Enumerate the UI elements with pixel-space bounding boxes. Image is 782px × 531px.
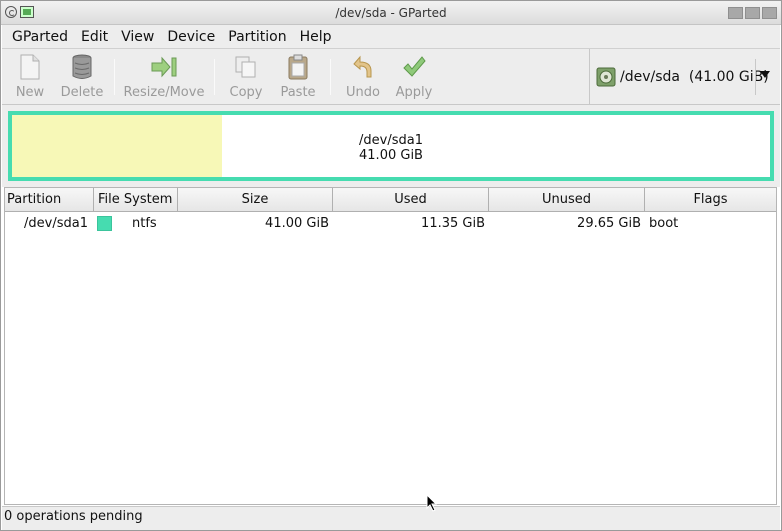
cell-partition: /dev/sda1 (24, 216, 88, 231)
device-selector[interactable]: /dev/sda (41.00 GiB) (589, 49, 776, 105)
title-bar: /dev/sda - GParted (1, 1, 781, 25)
close-button[interactable] (762, 7, 777, 19)
minimize-button[interactable] (728, 7, 743, 19)
partition-graphic-size: 41.00 GiB (359, 148, 423, 163)
undo-icon (349, 53, 377, 81)
cell-unused: 29.65 GiB (577, 216, 641, 231)
copy-label: Copy (229, 85, 263, 100)
column-header-flags[interactable]: Flags (645, 188, 776, 211)
filesystem-color-swatch (97, 216, 112, 231)
menu-edit[interactable]: Edit (81, 29, 108, 45)
column-header-size[interactable]: Size (178, 188, 333, 211)
resize-move-button[interactable]: Resize/Move (122, 53, 206, 103)
new-label: New (15, 85, 45, 100)
cell-used: 11.35 GiB (421, 216, 485, 231)
menu-view[interactable]: View (121, 29, 154, 45)
table-header: Partition File System Size Used Unused F… (5, 188, 776, 212)
column-header-unused[interactable]: Unused (489, 188, 645, 211)
resize-move-icon (150, 53, 178, 81)
maximize-button[interactable] (745, 7, 760, 19)
harddisk-icon (596, 67, 616, 87)
status-text: 0 operations pending (4, 509, 143, 524)
delete-icon (68, 53, 96, 81)
column-header-partition[interactable]: Partition (5, 188, 94, 211)
copy-button[interactable]: Copy (228, 53, 264, 103)
toolbar-separator (214, 59, 215, 95)
menu-partition[interactable]: Partition (228, 29, 286, 45)
menu-help[interactable]: Help (300, 29, 332, 45)
chevron-down-icon (760, 71, 770, 78)
column-header-filesystem[interactable]: File System (94, 188, 178, 211)
new-document-icon (16, 53, 44, 81)
column-header-used[interactable]: Used (333, 188, 489, 211)
new-button[interactable]: New (12, 53, 48, 103)
table-row[interactable]: /dev/sda1 ntfs 41.00 GiB 11.35 GiB 29.65… (5, 214, 776, 234)
partition-table: Partition File System Size Used Unused F… (4, 187, 777, 505)
disk-graphic-area: /dev/sda1 41.00 GiB (2, 105, 780, 187)
mouse-pointer-icon (426, 494, 438, 512)
undo-button[interactable]: Undo (344, 53, 382, 103)
paste-icon (284, 53, 312, 81)
toolbar-separator (114, 59, 115, 95)
gparted-window: /dev/sda - GParted GParted Edit View Dev… (0, 0, 782, 531)
device-selector-label: /dev/sda (41.00 GiB) (620, 69, 769, 85)
apply-button[interactable]: Apply (394, 53, 434, 103)
menu-device[interactable]: Device (167, 29, 215, 45)
paste-button[interactable]: Paste (278, 53, 318, 103)
delete-label: Delete (60, 85, 104, 100)
menu-gparted[interactable]: GParted (12, 29, 68, 45)
cell-flags: boot (649, 216, 679, 231)
partition-graphic-text: /dev/sda1 41.00 GiB (12, 133, 770, 163)
apply-label: Apply (395, 85, 433, 100)
resize-move-label: Resize/Move (123, 85, 205, 100)
checkmark-icon (400, 53, 428, 81)
menu-bar: GParted Edit View Device Partition Help (2, 25, 780, 48)
paste-label: Paste (280, 85, 316, 100)
cell-filesystem: ntfs (132, 216, 157, 231)
delete-button[interactable]: Delete (58, 53, 106, 103)
partition-graphic-name: /dev/sda1 (359, 133, 423, 148)
copy-icon (232, 53, 260, 81)
toolbar-separator (330, 59, 331, 95)
dropdown-separator (755, 59, 756, 95)
status-bar: 0 operations pending (2, 506, 780, 530)
undo-label: Undo (346, 85, 380, 100)
toolbar: New Delete Resize/Move Copy Paste Undo A… (2, 48, 780, 105)
cell-size: 41.00 GiB (265, 216, 329, 231)
partition-graphic-sda1[interactable]: /dev/sda1 41.00 GiB (8, 111, 774, 181)
window-title: /dev/sda - GParted (335, 6, 447, 20)
